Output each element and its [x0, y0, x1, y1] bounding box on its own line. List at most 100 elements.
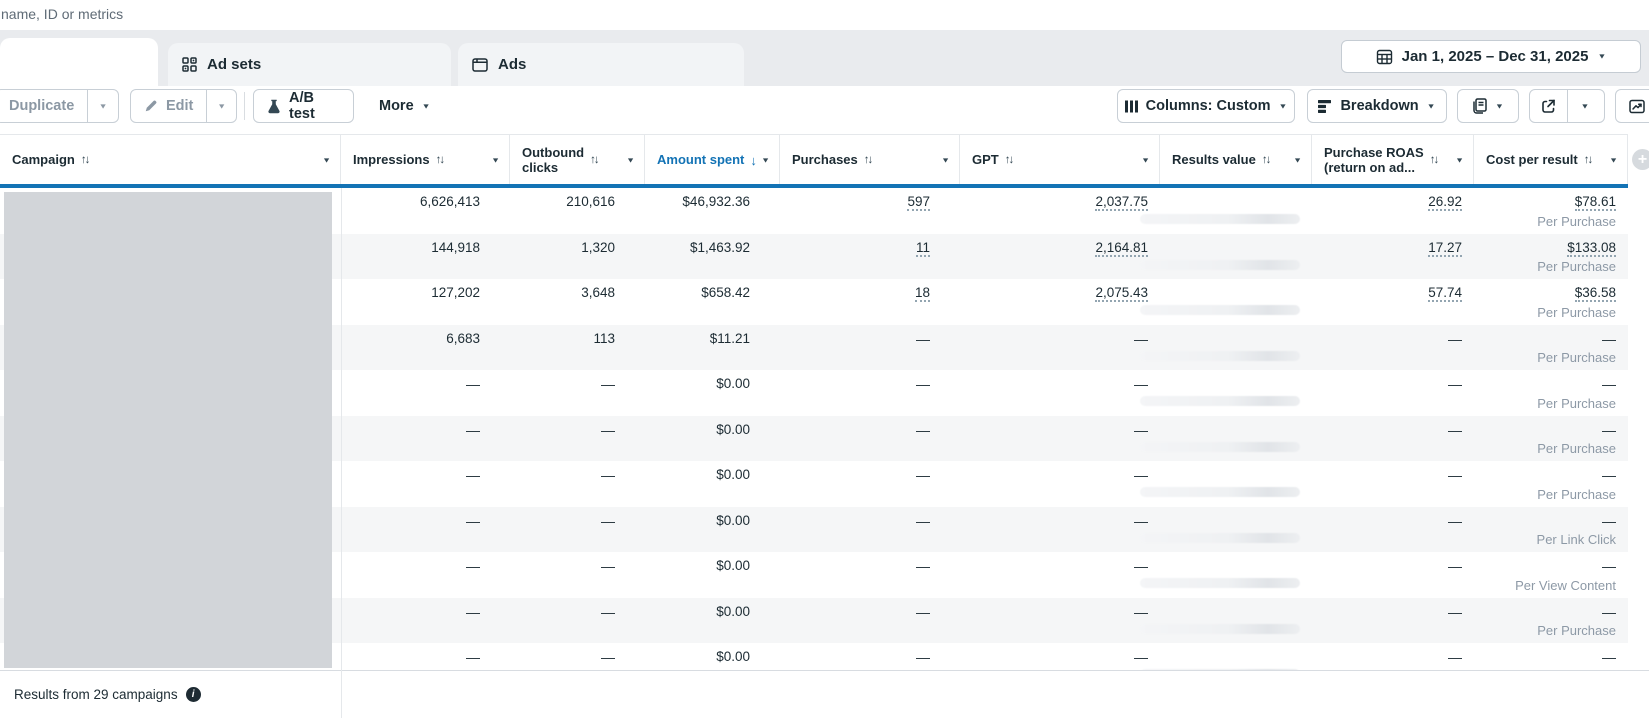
- cost-value: —: [1602, 558, 1616, 574]
- outbound-value: 3,648: [581, 285, 615, 300]
- impressions-value: —: [466, 604, 480, 620]
- column-header-cost[interactable]: Cost per result↑↓▼: [1474, 135, 1628, 185]
- cell-gpt: —: [960, 552, 1160, 598]
- outbound-value: 113: [593, 331, 615, 346]
- cost-subtype-label: Per Purchase: [1537, 350, 1616, 365]
- cell-outbound: —: [510, 416, 645, 462]
- edit-dropdown-button[interactable]: ▼: [206, 90, 236, 122]
- gpt-value[interactable]: 2,075.43: [1095, 285, 1148, 302]
- cell-roas: —: [1312, 325, 1474, 371]
- outbound-value: —: [601, 649, 615, 665]
- column-header-results_value[interactable]: Results value↑↓▼: [1160, 135, 1312, 185]
- cell-roas: —: [1312, 643, 1474, 670]
- date-range-picker[interactable]: Jan 1, 2025 – Dec 31, 2025 ▼: [1341, 40, 1641, 73]
- gpt-value[interactable]: 2,164.81: [1095, 240, 1148, 257]
- outbound-value: —: [601, 558, 615, 574]
- gpt-value: —: [1134, 558, 1148, 574]
- outbound-value: —: [601, 604, 615, 620]
- cost-value: —: [1602, 331, 1616, 347]
- column-header-spent[interactable]: Amount spent↓▼: [645, 135, 780, 185]
- chevron-down-icon: ▼: [1495, 102, 1504, 109]
- cost-subtype-label: Per Purchase: [1537, 259, 1616, 274]
- cell-impressions: —: [341, 598, 510, 644]
- ads-frame-icon: [472, 58, 488, 72]
- column-header-impressions[interactable]: Impressions↑↓▼: [341, 135, 510, 185]
- duplicate-dropdown-button[interactable]: ▼: [87, 90, 118, 122]
- cell-purchases: —: [780, 507, 960, 553]
- purchases-value[interactable]: 597: [907, 194, 930, 211]
- purchases-value[interactable]: 18: [915, 285, 930, 302]
- cell-impressions: 127,202: [341, 279, 510, 325]
- add-column-button[interactable]: +: [1632, 149, 1649, 170]
- cell-outbound: 3,648: [510, 279, 645, 325]
- cost-subtype-label: Per Purchase: [1537, 214, 1616, 229]
- tab-campaigns[interactable]: [0, 38, 158, 86]
- cost-value[interactable]: $78.61: [1575, 194, 1616, 211]
- column-menu-caret[interactable]: ▼: [491, 156, 500, 164]
- column-header-roas[interactable]: Purchase ROAS(return on ad...↑↓▼: [1312, 135, 1474, 185]
- column-header-gpt[interactable]: GPT↑↓▼: [960, 135, 1160, 185]
- column-label-outbound: Outboundclicks: [522, 145, 584, 176]
- column-menu-caret[interactable]: ▼: [1141, 156, 1150, 164]
- redacted-campaign-names: [4, 192, 332, 668]
- export-dropdown-button[interactable]: ▼: [1567, 90, 1602, 122]
- chevron-down-icon: ▼: [1278, 102, 1287, 109]
- export-button[interactable]: [1530, 90, 1567, 122]
- cost-value: —: [1602, 649, 1616, 665]
- column-menu-caret[interactable]: ▼: [761, 156, 770, 164]
- tab-ad-sets[interactable]: Ad sets: [168, 43, 451, 86]
- gpt-value[interactable]: 2,037.75: [1095, 194, 1148, 211]
- cost-subtype-label: Per Purchase: [1537, 396, 1616, 411]
- ab-test-button[interactable]: A/B test: [253, 89, 354, 123]
- duplicate-button[interactable]: Duplicate: [0, 90, 87, 122]
- cell-impressions: —: [341, 370, 510, 416]
- charts-button[interactable]: [1615, 89, 1649, 123]
- more-button[interactable]: More ▼: [366, 89, 444, 123]
- column-menu-caret[interactable]: ▼: [626, 156, 635, 164]
- cell-gpt: 2,164.81: [960, 234, 1160, 280]
- pencil-icon: [144, 99, 158, 113]
- cell-cost: —Per Purchase: [1474, 370, 1628, 416]
- cost-value[interactable]: $36.58: [1575, 285, 1616, 302]
- outbound-value: —: [601, 376, 615, 392]
- cost-value: —: [1602, 422, 1616, 438]
- export-icon: [1541, 99, 1556, 114]
- cost-value[interactable]: $133.08: [1567, 240, 1616, 257]
- tab-label-ads: Ads: [498, 56, 526, 73]
- search-input[interactable]: name, ID or metrics: [1, 6, 123, 22]
- roas-value[interactable]: 26.92: [1428, 194, 1462, 211]
- redacted-value-pill: [1140, 487, 1300, 497]
- column-menu-caret[interactable]: ▼: [1293, 156, 1302, 164]
- tab-ads[interactable]: Ads: [458, 43, 744, 86]
- cell-impressions: —: [341, 416, 510, 462]
- date-range-label: Jan 1, 2025 – Dec 31, 2025: [1402, 48, 1589, 65]
- column-menu-caret[interactable]: ▼: [941, 156, 950, 164]
- cell-outbound: —: [510, 507, 645, 553]
- gpt-value: —: [1134, 422, 1148, 438]
- chevron-down-icon: ▼: [422, 102, 431, 109]
- cell-spent: $0.00: [645, 416, 780, 462]
- purchases-value[interactable]: 11: [916, 240, 930, 257]
- roas-value[interactable]: 17.27: [1428, 240, 1462, 257]
- info-icon[interactable]: i: [186, 687, 201, 702]
- reports-button[interactable]: ▼: [1457, 89, 1519, 123]
- cell-results_value: [1160, 279, 1312, 325]
- column-menu-caret[interactable]: ▼: [1609, 156, 1618, 164]
- column-header-outbound[interactable]: Outboundclicks↑↓▼: [510, 135, 645, 185]
- cell-gpt: —: [960, 643, 1160, 670]
- cell-roas: —: [1312, 461, 1474, 507]
- column-menu-caret[interactable]: ▼: [322, 156, 331, 164]
- roas-value[interactable]: 57.74: [1428, 285, 1462, 302]
- column-menu-caret[interactable]: ▼: [1455, 156, 1464, 164]
- purchases-value: —: [916, 331, 930, 347]
- cell-cost: —: [1474, 643, 1628, 670]
- cell-impressions: 6,626,413: [341, 188, 510, 234]
- edit-button[interactable]: Edit: [131, 90, 206, 122]
- column-header-purchases[interactable]: Purchases↑↓▼: [780, 135, 960, 185]
- columns-button[interactable]: Columns: Custom ▼: [1117, 89, 1295, 123]
- cell-gpt: —: [960, 598, 1160, 644]
- breakdown-button[interactable]: Breakdown ▼: [1307, 89, 1447, 123]
- column-header-campaign[interactable]: Campaign↑↓▼: [0, 135, 341, 185]
- cell-roas: —: [1312, 598, 1474, 644]
- cell-spent: $0.00: [645, 461, 780, 507]
